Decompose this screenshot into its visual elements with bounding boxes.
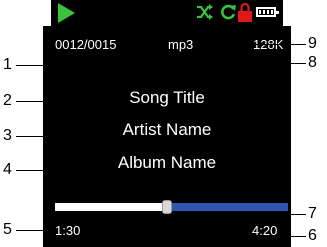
callout-7: 7 — [308, 205, 317, 222]
repeat-icon — [221, 4, 236, 20]
callout-4: 4 — [3, 161, 12, 178]
artist-name: Artist Name — [122, 120, 212, 139]
callout-1-leader — [16, 65, 44, 66]
progress-knob[interactable] — [161, 200, 172, 214]
callout-9-leader — [206, 44, 306, 45]
callout-8-leader — [291, 63, 306, 64]
shuffle-icon — [197, 4, 213, 20]
callout-3-leader — [16, 136, 104, 137]
song-title: Song Title — [129, 88, 205, 107]
elapsed-time: 1:30 — [55, 223, 81, 238]
progress-bar[interactable] — [55, 200, 288, 214]
callout-7-leader — [288, 214, 306, 215]
callout-8: 8 — [308, 54, 317, 71]
callout-1: 1 — [3, 56, 12, 73]
callout-4-leader — [16, 170, 96, 171]
track-counter: 0012/0015 — [55, 37, 117, 52]
callout-5: 5 — [3, 221, 12, 238]
callout-2-leader — [16, 101, 98, 102]
total-time: 4:20 — [252, 223, 278, 238]
callout-6-leader — [286, 236, 306, 237]
callout-5-leader — [16, 230, 44, 231]
callout-9: 9 — [308, 35, 317, 52]
callout-2: 2 — [3, 92, 12, 109]
progress-played — [55, 203, 167, 211]
callout-6: 6 — [308, 227, 317, 244]
format-label: mp3 — [168, 37, 194, 52]
callout-3: 3 — [3, 127, 12, 144]
play-icon — [58, 3, 75, 23]
battery-icon — [256, 7, 279, 17]
lock-icon — [238, 2, 252, 22]
